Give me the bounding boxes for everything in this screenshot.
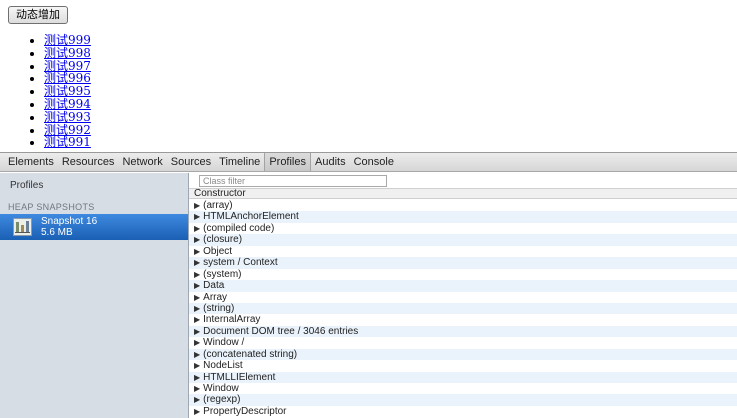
constructor-name: (compiled code) <box>203 222 275 234</box>
link-list: 测试999 测试998 测试997 测试996 测试995 测试994 测试99… <box>24 34 91 149</box>
expand-arrow-icon[interactable]: ▶ <box>194 350 200 359</box>
constructor-name: NodeList <box>203 360 243 372</box>
filter-row <box>189 173 737 188</box>
table-row[interactable]: ▶ HTMLAnchorElement <box>189 211 737 223</box>
table-row[interactable]: ▶ (closure) <box>189 234 737 246</box>
table-row[interactable]: ▶ (concatenated string) <box>189 348 737 361</box>
expand-arrow-icon[interactable]: ▶ <box>194 304 200 313</box>
table-row[interactable]: ▶ Object <box>189 245 737 258</box>
snapshot-item[interactable]: Snapshot 16 5.6 MB <box>0 214 188 240</box>
expand-arrow-icon[interactable]: ▶ <box>194 395 200 404</box>
expand-arrow-icon[interactable]: ▶ <box>194 361 200 370</box>
table-row[interactable]: ▶ Document DOM tree / 3046 entries <box>189 325 737 338</box>
section-heading: HEAP SNAPSHOTS <box>8 202 95 212</box>
constructor-name: InternalArray <box>203 314 261 326</box>
expand-arrow-icon[interactable]: ▶ <box>194 270 200 279</box>
constructor-name: Document DOM tree / 3046 entries <box>203 325 359 337</box>
table-row[interactable]: ▶ HTMLLIElement <box>189 371 737 383</box>
constructor-name: Data <box>203 280 225 292</box>
expand-arrow-icon[interactable]: ▶ <box>194 258 200 267</box>
tab-console[interactable]: Console <box>350 153 398 171</box>
page-content: 动态增加 测试999 测试998 测试997 测试996 测试995 测试994… <box>0 0 737 152</box>
table-row[interactable]: ▶ Window / <box>189 337 737 349</box>
sidebar-title: Profiles <box>10 180 44 191</box>
expand-arrow-icon[interactable]: ▶ <box>194 315 200 324</box>
tab-network[interactable]: Network <box>118 153 166 171</box>
tab-profiles[interactable]: Profiles <box>264 153 311 171</box>
tab-timeline[interactable]: Timeline <box>215 153 264 171</box>
constructor-name: HTMLLIElement <box>203 371 276 383</box>
expand-arrow-icon[interactable]: ▶ <box>194 327 200 336</box>
table-row[interactable]: ▶ Array <box>189 291 737 303</box>
tab-sources[interactable]: Sources <box>167 153 215 171</box>
expand-arrow-icon[interactable]: ▶ <box>194 293 200 302</box>
constructor-name: (string) <box>203 302 235 314</box>
snapshot-name: Snapshot 16 <box>41 216 98 227</box>
table-row[interactable]: ▶ Window <box>189 383 737 395</box>
expand-arrow-icon[interactable]: ▶ <box>194 338 200 347</box>
tab-audits[interactable]: Audits <box>311 153 350 171</box>
expand-arrow-icon[interactable]: ▶ <box>194 281 200 290</box>
table-row[interactable]: ▶ (system) <box>189 268 737 281</box>
dynamic-add-button[interactable]: 动态增加 <box>8 6 68 24</box>
table-row[interactable]: ▶ Data <box>189 280 737 292</box>
snapshot-icon <box>13 218 32 236</box>
constructor-name: (closure) <box>203 234 243 246</box>
column-header-constructor[interactable]: Constructor <box>189 188 737 199</box>
constructor-list: ▶ (array) ▶ HTMLAnchorElement ▶ (compiled cod… <box>189 200 737 418</box>
expand-arrow-icon[interactable]: ▶ <box>194 224 200 233</box>
constructor-name: system / Context <box>203 257 278 269</box>
table-row[interactable]: ▶ NodeList <box>189 360 737 372</box>
tab-resources[interactable]: Resources <box>58 153 119 171</box>
table-row[interactable]: ▶ system / Context <box>189 257 737 269</box>
table-row[interactable]: ▶ (string) <box>189 302 737 315</box>
expand-arrow-icon[interactable]: ▶ <box>194 235 200 244</box>
constructor-name: Object <box>203 245 233 257</box>
heap-snapshot-view: Constructor ▶(array)▶HTMLAnchorElement▶(… <box>189 173 737 418</box>
constructor-name: HTMLAnchorElement <box>203 211 299 223</box>
constructor-name: PropertyDescriptor <box>203 405 287 417</box>
constructor-name: (array) <box>203 200 233 211</box>
expand-arrow-icon[interactable]: ▶ <box>194 384 200 393</box>
constructor-name: (concatenated string) <box>203 348 298 360</box>
class-filter-input[interactable] <box>199 175 387 187</box>
table-row[interactable]: ▶ InternalArray <box>189 314 737 326</box>
expand-arrow-icon[interactable]: ▶ <box>194 373 200 382</box>
profiles-sidebar: Profiles HEAP SNAPSHOTS Snapshot 16 5.6 … <box>0 173 189 418</box>
constructor-name: (system) <box>203 268 242 280</box>
constructor-name: Window / <box>203 337 245 349</box>
table-row[interactable]: ▶ (compiled code) <box>189 222 737 235</box>
expand-arrow-icon[interactable]: ▶ <box>194 247 200 256</box>
link-item[interactable]: 测试991 <box>44 135 91 149</box>
table-row[interactable]: ▶ (regexp) <box>189 394 737 406</box>
tab-elements[interactable]: Elements <box>4 153 58 171</box>
table-row[interactable]: ▶ PropertyDescriptor <box>189 405 737 418</box>
devtools-toolbar: Elements Resources Network Sources Timel… <box>0 153 737 172</box>
constructor-name: Window <box>203 383 239 394</box>
snapshot-size: 5.6 MB <box>41 227 73 238</box>
constructor-name: (regexp) <box>203 394 241 406</box>
constructor-name: Array <box>203 291 228 303</box>
expand-arrow-icon[interactable]: ▶ <box>194 407 200 416</box>
table-row[interactable]: ▶ (array) <box>189 200 737 212</box>
expand-arrow-icon[interactable]: ▶ <box>194 212 200 221</box>
devtools-panel: Elements Resources Network Sources Timel… <box>0 152 737 418</box>
expand-arrow-icon[interactable]: ▶ <box>194 201 200 210</box>
list-item: 测试991 <box>44 136 91 149</box>
